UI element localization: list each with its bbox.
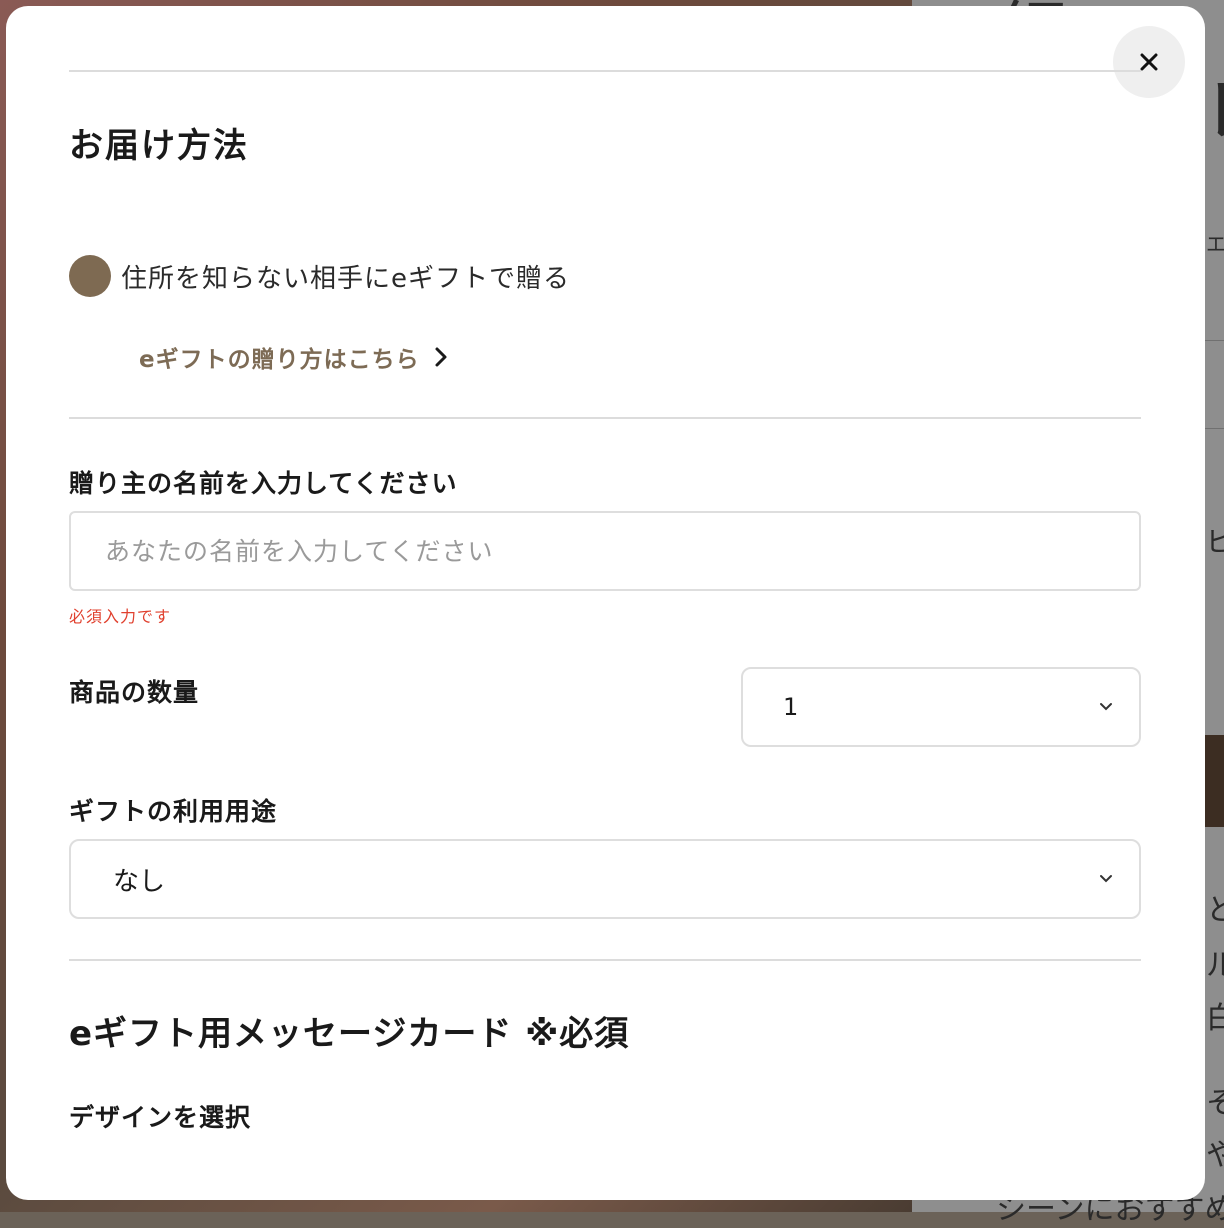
bg-divider	[1202, 340, 1224, 341]
egift-modal: お届け方法 住所を知らない相手にeギフトで贈る eギフトの贈り方はこちら 贈り主…	[6, 6, 1205, 1200]
sender-name-label: 贈り主の名前を入力してください	[69, 469, 458, 498]
bg-peek-text: や	[1206, 1138, 1224, 1173]
quantity-value: 1	[783, 693, 799, 721]
bg-peek-text: エ	[1206, 232, 1224, 256]
bg-peek-text: そ	[1206, 1086, 1224, 1121]
egift-howto-label: eギフトの贈り方はこちら	[139, 347, 420, 373]
delivery-option-label: 住所を知らない相手にeギフトで贈る	[121, 263, 570, 294]
bg-peek-text: と	[1206, 893, 1224, 928]
design-select-label: デザインを選択	[69, 1103, 252, 1132]
delivery-heading: お届け方法	[69, 126, 249, 166]
bg-peek-text: ル	[1206, 948, 1224, 983]
chevron-right-icon	[435, 347, 447, 367]
divider	[69, 959, 1141, 961]
quantity-label: 商品の数量	[69, 678, 200, 707]
sender-name-input[interactable]	[69, 511, 1141, 591]
egift-howto-link[interactable]: eギフトの贈り方はこちら	[139, 340, 448, 374]
usage-value: なし	[113, 866, 166, 897]
chevron-down-icon	[1100, 703, 1112, 711]
close-button[interactable]	[1113, 26, 1185, 98]
divider	[69, 417, 1141, 419]
usage-select[interactable]: なし	[69, 839, 1141, 919]
delivery-option-egift[interactable]: 住所を知らない相手にeギフトで贈る	[69, 255, 570, 297]
radio-selected-icon[interactable]	[69, 255, 111, 297]
bg-divider	[1202, 428, 1224, 429]
sender-name-error: 必須入力です	[69, 607, 172, 626]
usage-label: ギフトの利用用途	[69, 797, 278, 826]
divider	[69, 70, 1141, 72]
bg-peek-text: 白	[1206, 1001, 1224, 1036]
bg-peek-text: レ	[1202, 55, 1224, 156]
chevron-down-icon	[1100, 875, 1112, 883]
bg-peek-text: ビ	[1206, 525, 1224, 558]
message-card-heading: eギフト用メッセージカード ※必須	[69, 1014, 630, 1054]
close-icon	[1140, 53, 1158, 71]
quantity-select[interactable]: 1	[741, 667, 1141, 747]
bg-button	[1202, 735, 1224, 827]
